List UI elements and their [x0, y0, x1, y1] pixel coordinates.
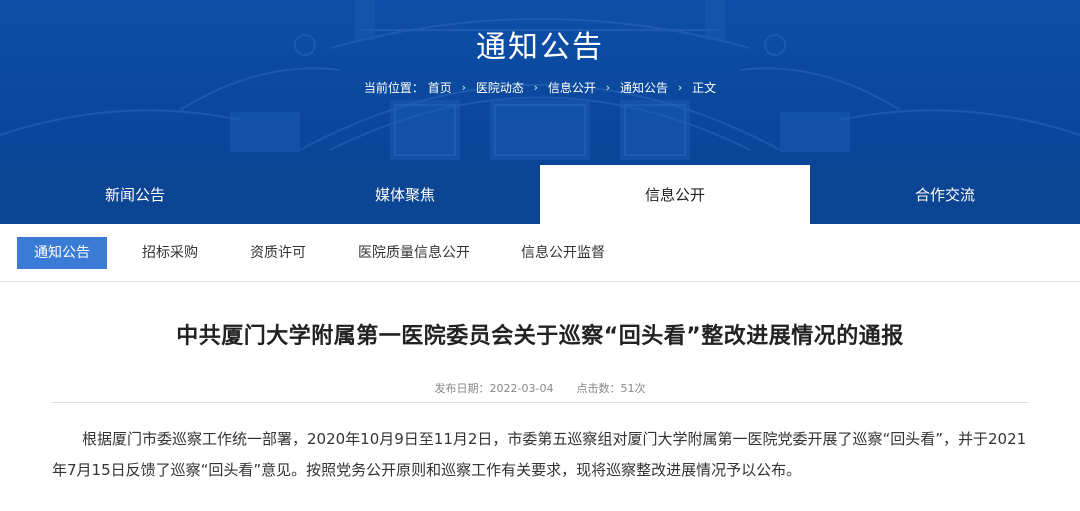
article-title: 中共厦门大学附属第一医院委员会关于巡察“回头看”整改进展情况的通报 [176, 324, 904, 349]
chevron-right-icon: › [461, 81, 466, 94]
divider [52, 402, 1028, 403]
sub-tab-disclosure-supervision[interactable]: 信息公开监督 [508, 237, 618, 269]
breadcrumb-item-current: 正文 [692, 81, 717, 95]
main-tab-info-disclosure[interactable]: 信息公开 [540, 165, 810, 224]
sub-tab-procurement[interactable]: 招标采购 [124, 237, 216, 269]
page-heading: 通知公告 [476, 30, 604, 65]
main-tab-news[interactable]: 新闻公告 [0, 165, 270, 224]
publish-date: 2022-03-04 [489, 382, 554, 395]
breadcrumb-prefix: 当前位置： [363, 81, 424, 95]
publish-date-label: 发布日期： [434, 382, 490, 395]
article-body: 根据厦门市委巡察工作统一部署，2020年10月9日至11月2日，市委第五巡察组对… [52, 430, 1027, 479]
article-meta: 发布日期：2022-03-04 点击数：51次 [0, 380, 1080, 396]
breadcrumb: 当前位置： 首页 › 医院动态 › 信息公开 › 通知公告 › 正文 [0, 79, 1080, 96]
page-banner: 通知公告 当前位置： 首页 › 医院动态 › 信息公开 › 通知公告 › 正文 [0, 0, 1080, 165]
main-tab-cooperation[interactable]: 合作交流 [810, 165, 1080, 224]
breadcrumb-item-hospital-news[interactable]: 医院动态 [476, 79, 524, 96]
sub-nav: 通知公告 招标采购 资质许可 医院质量信息公开 信息公开监督 [0, 224, 1080, 282]
sub-tab-qualifications[interactable]: 资质许可 [232, 237, 324, 269]
main-nav: 新闻公告 媒体聚焦 信息公开 合作交流 [0, 165, 1080, 224]
view-count: 51次 [620, 382, 646, 395]
chevron-right-icon: › [605, 81, 611, 94]
breadcrumb-item-notices[interactable]: 通知公告 [620, 79, 668, 96]
main-tab-media[interactable]: 媒体聚焦 [270, 165, 540, 224]
breadcrumb-item-home[interactable]: 首页 [428, 79, 452, 96]
sub-tab-notices[interactable]: 通知公告 [17, 237, 107, 269]
view-count-label: 点击数： [576, 382, 621, 395]
chevron-right-icon: › [677, 81, 683, 94]
chevron-right-icon: › [533, 81, 539, 94]
sub-tab-quality-info[interactable]: 医院质量信息公开 [346, 237, 482, 269]
breadcrumb-item-info-disclosure[interactable]: 信息公开 [548, 79, 596, 96]
